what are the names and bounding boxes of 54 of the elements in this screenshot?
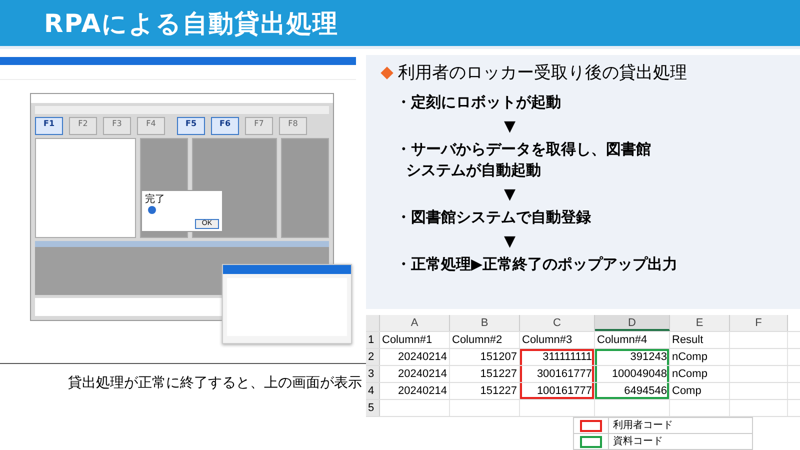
table-cell: Column#3 <box>522 334 572 346</box>
row-number: 2 <box>366 349 380 365</box>
slide-title: RPAによる自動貸出処理 <box>44 8 339 40</box>
down-arrow: ▼ <box>503 184 517 204</box>
table-cell: 151207 <box>480 351 517 363</box>
caption: 貸出処理が正常に終了すると、上の画面が表示 <box>67 374 362 392</box>
function-key[interactable]: F3 <box>103 117 131 135</box>
step-text-line: システムが自動起動 <box>405 160 542 181</box>
table-cell: Result <box>672 334 704 346</box>
column-header[interactable]: A <box>380 315 450 331</box>
step-text: ・図書館システムで自動登録 <box>395 207 592 228</box>
info-icon <box>148 206 156 214</box>
step-text: ・正常処理▶正常終了のポップアップ出力 <box>395 254 679 275</box>
legend-label: 利用者コード <box>612 418 673 433</box>
table-cell: 100049048 <box>612 368 667 380</box>
row-number: 1 <box>366 332 380 348</box>
step-text-line: ・サーバからデータを取得し、図書館 <box>396 139 652 160</box>
row-number: 4 <box>366 383 380 399</box>
down-arrow: ▼ <box>503 116 517 136</box>
table-cell: Column#4 <box>597 334 648 346</box>
table-cell: 20240214 <box>398 351 447 363</box>
table-cell: nComp <box>672 368 708 380</box>
step-text: ・定刻にロボットが起動 <box>395 92 562 113</box>
table-cell: 6494546 <box>624 385 667 397</box>
row-number: 3 <box>366 366 380 382</box>
table-cell: 151227 <box>480 368 517 380</box>
table-cell: 391243 <box>630 351 667 363</box>
table-cell: nComp <box>672 351 708 363</box>
function-key[interactable]: F4 <box>137 117 165 135</box>
steps-heading: 利用者のロッカー受取り後の貸出処理 <box>398 62 687 84</box>
table-cell: Comp <box>672 385 702 397</box>
table-cell: 300161777 <box>536 368 592 380</box>
table-cell: 100161777 <box>536 385 592 397</box>
column-header[interactable]: C <box>520 315 595 331</box>
function-key[interactable]: F7 <box>245 117 273 135</box>
column-header[interactable]: E <box>670 315 730 331</box>
function-key[interactable]: F8 <box>279 117 307 135</box>
column-header[interactable]: D <box>595 315 670 331</box>
column-header[interactable]: F <box>730 315 788 331</box>
row-number: 5 <box>366 400 380 416</box>
table-cell: 311111111 <box>542 351 592 363</box>
function-key[interactable]: F6 <box>211 117 239 135</box>
table-cell: Column#1 <box>382 334 432 346</box>
function-key[interactable]: F1 <box>35 117 63 135</box>
legend-label: 資料コード <box>612 434 663 449</box>
function-key[interactable]: F2 <box>69 117 97 135</box>
function-key[interactable]: F5 <box>177 117 205 135</box>
table-cell: 20240214 <box>398 368 447 380</box>
down-arrow: ▼ <box>503 231 517 251</box>
table-cell: 20240214 <box>398 385 447 397</box>
column-header[interactable]: B <box>450 315 520 331</box>
table-cell: Column#2 <box>452 334 502 346</box>
table-cell: 151227 <box>480 385 517 397</box>
dialog-title: 完了 <box>145 192 165 206</box>
